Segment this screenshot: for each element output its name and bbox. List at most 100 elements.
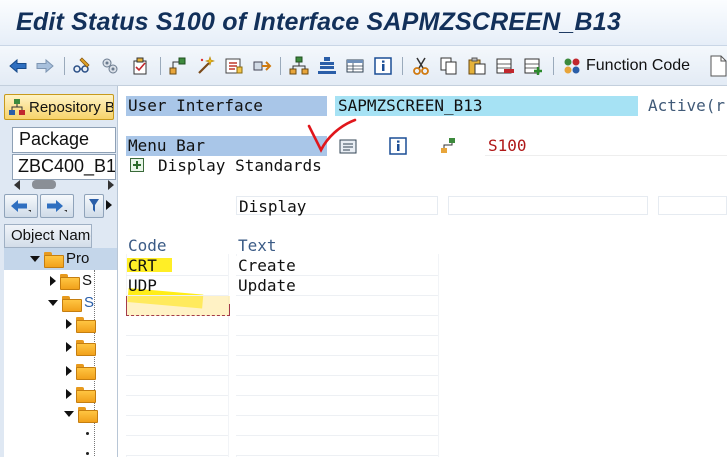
where-used-icon[interactable] [252, 56, 272, 76]
table-row-code[interactable] [126, 376, 228, 396]
menu-bar-hierarchy-icon[interactable] [438, 136, 458, 156]
tree-node[interactable]: S [50, 272, 93, 290]
table-row-code[interactable] [126, 356, 228, 376]
table-row-text[interactable] [236, 296, 438, 316]
tree-node-label: Pro [66, 250, 90, 267]
tree-column-header[interactable]: Object Name [4, 224, 92, 248]
code-column-header: Code [128, 236, 167, 255]
table-row-code[interactable] [126, 416, 228, 436]
tree-node[interactable] [66, 317, 98, 333]
pencil-glasses-icon[interactable] [72, 56, 92, 76]
object-navigator: Repository Browser Package ZBC400_B13 Ob… [0, 86, 118, 457]
back-arrow-icon[interactable] [8, 56, 28, 76]
forward-arrow-icon[interactable] [35, 56, 55, 76]
table-row-text[interactable] [236, 356, 438, 376]
table-row-code[interactable] [126, 316, 228, 336]
navigator-button-bar [4, 194, 117, 218]
expand-arrow-icon[interactable] [66, 366, 72, 376]
user-interface-value: SAPMZSCREEN_B13 [335, 96, 638, 116]
expand-arrow-icon[interactable] [66, 389, 72, 399]
tree-node[interactable] [64, 407, 100, 423]
grid-column-guide [228, 254, 229, 457]
user-interface-label: User Interface [126, 96, 327, 116]
display-standards-label: Display Standards [158, 156, 322, 175]
expand-node-icon[interactable] [130, 158, 144, 172]
toolbar-separator [553, 57, 554, 75]
navigator-forward-button[interactable] [40, 194, 74, 218]
wand-icon[interactable] [196, 56, 216, 76]
tree-node-label: S [84, 294, 95, 311]
folder-icon [76, 387, 96, 403]
function-code-label: Function Code [586, 57, 691, 74]
tree-node-label: S [82, 272, 93, 289]
folder-icon [62, 295, 82, 312]
menu-header-display[interactable]: Display [236, 196, 438, 216]
navigator-more-arrow[interactable] [106, 200, 112, 210]
folder-icon [78, 407, 98, 423]
table-row-code[interactable]: CRT [126, 256, 228, 276]
text-column-header: Text [238, 236, 277, 255]
table-row-text[interactable]: Update [236, 276, 438, 296]
function-code-button[interactable]: Function Code [562, 55, 690, 77]
tree-node[interactable] [66, 340, 98, 356]
table-row-code[interactable]: UDP [126, 276, 228, 296]
tree-leaf-bullet [86, 452, 89, 455]
collapse-arrow-icon[interactable] [64, 411, 74, 417]
horizontal-scrollbar[interactable] [12, 178, 116, 190]
repository-icon [9, 99, 25, 115]
document-icon[interactable] [708, 55, 727, 77]
navigator-back-button[interactable] [4, 194, 38, 218]
table-icon[interactable] [345, 56, 365, 76]
toolbar-separator [280, 57, 281, 75]
table-row-text[interactable] [236, 316, 438, 336]
status-name-field[interactable]: S100 [485, 136, 727, 156]
expand-arrow-icon[interactable] [66, 319, 72, 329]
tree-node[interactable]: Pro [30, 250, 90, 268]
table-row-text[interactable] [236, 416, 438, 436]
check-object-icon[interactable] [130, 56, 150, 76]
table-row-text[interactable] [236, 336, 438, 356]
copy-icon[interactable] [439, 56, 459, 76]
table-row-text[interactable] [236, 396, 438, 416]
table-row-text[interactable] [236, 436, 438, 456]
expand-arrow-icon[interactable] [66, 342, 72, 352]
object-name-input[interactable]: ZBC400_B13 [12, 154, 116, 180]
grid-column-guide [438, 254, 439, 457]
table-row-code[interactable] [126, 436, 228, 456]
window-title: Edit Status S100 of Interface SAPMZSCREE… [16, 8, 621, 36]
activate-icon[interactable] [100, 56, 120, 76]
insert-row-icon[interactable] [523, 56, 543, 76]
expand-arrow-icon[interactable] [50, 275, 56, 286]
repository-browser-button[interactable]: Repository Browser [4, 94, 114, 120]
table-row-code[interactable] [126, 336, 228, 356]
info-icon[interactable] [373, 56, 393, 76]
collapse-arrow-icon[interactable] [48, 299, 58, 306]
menu-header-empty[interactable] [448, 196, 648, 215]
stack-icon[interactable] [317, 56, 337, 76]
toolbar-separator [64, 57, 65, 75]
empty-row-highlight-edge [229, 304, 230, 316]
tree-area-right [96, 270, 117, 457]
tree-node[interactable] [66, 364, 98, 380]
folder-icon [60, 273, 80, 290]
table-row-code[interactable] [126, 396, 228, 416]
org-chart-icon[interactable] [289, 56, 309, 76]
cut-icon[interactable] [411, 56, 431, 76]
tree-node[interactable] [66, 387, 98, 403]
menu-header-empty[interactable] [658, 196, 727, 215]
hierarchy-icon[interactable] [168, 56, 188, 76]
folder-icon [44, 251, 64, 268]
collapse-arrow-icon[interactable] [30, 255, 40, 262]
navigator-filter-button[interactable] [84, 194, 104, 218]
tree-node[interactable]: S [48, 294, 95, 312]
paste-icon[interactable] [467, 56, 487, 76]
menu-bar-info-icon[interactable] [388, 136, 408, 156]
table-row-text[interactable] [236, 376, 438, 396]
display-object-list-icon[interactable] [224, 56, 244, 76]
repository-browser-label: Repository Browser [29, 98, 114, 116]
table-row-text[interactable]: Create [236, 256, 438, 276]
user-interface-status: Active(r [648, 96, 726, 115]
object-type-select[interactable]: Package [12, 127, 116, 153]
delete-row-icon[interactable] [495, 56, 515, 76]
menu-bar-label: Menu Bar [126, 136, 327, 156]
